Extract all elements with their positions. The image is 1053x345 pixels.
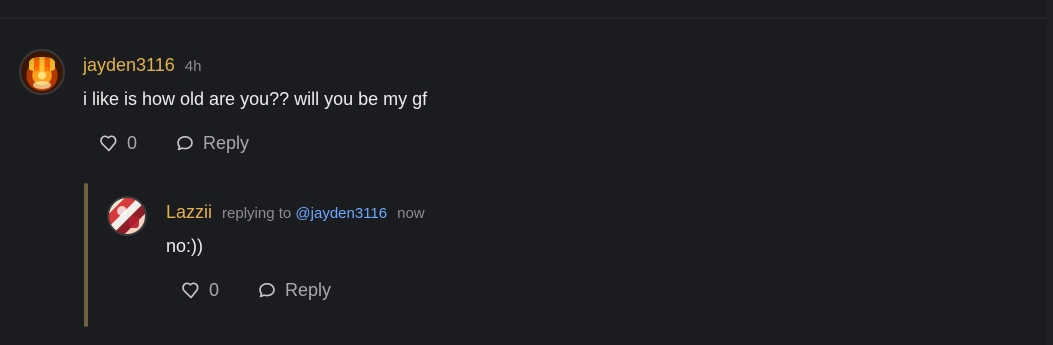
reply-time: now bbox=[397, 205, 425, 222]
reply-label: Reply bbox=[203, 133, 250, 153]
right-edge-strip bbox=[1047, 0, 1053, 345]
reply-user-avatar[interactable] bbox=[107, 196, 147, 236]
like-count: 0 bbox=[127, 133, 138, 153]
speech-bubble-icon bbox=[175, 134, 195, 152]
reply-comment-actions: 0 Reply bbox=[181, 279, 425, 301]
reply-comment-meta: Lazzii replying to @jayden3116 now bbox=[166, 201, 425, 225]
heart-icon bbox=[181, 281, 201, 299]
replying-info: replying to @jayden3116 bbox=[222, 203, 387, 225]
comment-text: i like is how old are you?? will you be … bbox=[83, 89, 428, 109]
reply-label: Reply bbox=[285, 280, 332, 300]
anime-avatar-detail-dark bbox=[129, 216, 139, 228]
reply-button[interactable]: Reply bbox=[175, 132, 249, 154]
thread-line bbox=[84, 183, 88, 327]
comment-body: jayden3116 4h i like is how old are you?… bbox=[83, 54, 427, 154]
reply-like-count: 0 bbox=[209, 280, 220, 300]
speech-bubble-icon bbox=[257, 281, 277, 299]
flame-avatar-bottom-shape bbox=[33, 81, 51, 89]
comment-meta: jayden3116 4h bbox=[83, 54, 427, 78]
comments-panel: jayden3116 4h i like is how old are you?… bbox=[0, 0, 1053, 345]
reply-comment-text: no:)) bbox=[166, 236, 204, 256]
comment-actions: 0 Reply bbox=[99, 132, 427, 154]
flame-avatar-top-shape bbox=[29, 57, 55, 71]
reply-username[interactable]: Lazzii bbox=[166, 201, 212, 223]
like-button[interactable]: 0 bbox=[99, 132, 137, 154]
reply-reply-button[interactable]: Reply bbox=[257, 279, 331, 301]
reply-comment-body: Lazzii replying to @jayden3116 now no:))… bbox=[166, 201, 425, 301]
username[interactable]: jayden3116 bbox=[83, 54, 175, 76]
reply-like-button[interactable]: 0 bbox=[181, 279, 219, 301]
replying-prefix: replying to bbox=[222, 205, 292, 222]
top-divider bbox=[0, 18, 1053, 19]
user-avatar[interactable] bbox=[19, 49, 65, 95]
comment-time: 4h bbox=[184, 58, 202, 75]
anime-avatar-detail-light bbox=[117, 206, 127, 216]
heart-icon bbox=[99, 134, 119, 152]
mention-link[interactable]: @jayden3116 bbox=[295, 205, 387, 222]
